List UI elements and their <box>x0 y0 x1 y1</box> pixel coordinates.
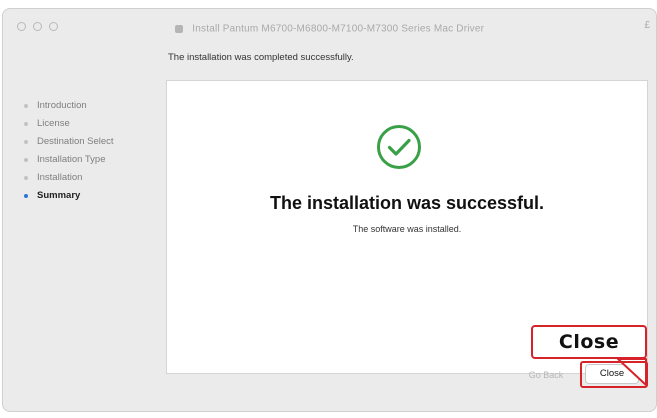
callout-label: Close <box>531 325 647 359</box>
close-highlight-box <box>580 361 648 388</box>
